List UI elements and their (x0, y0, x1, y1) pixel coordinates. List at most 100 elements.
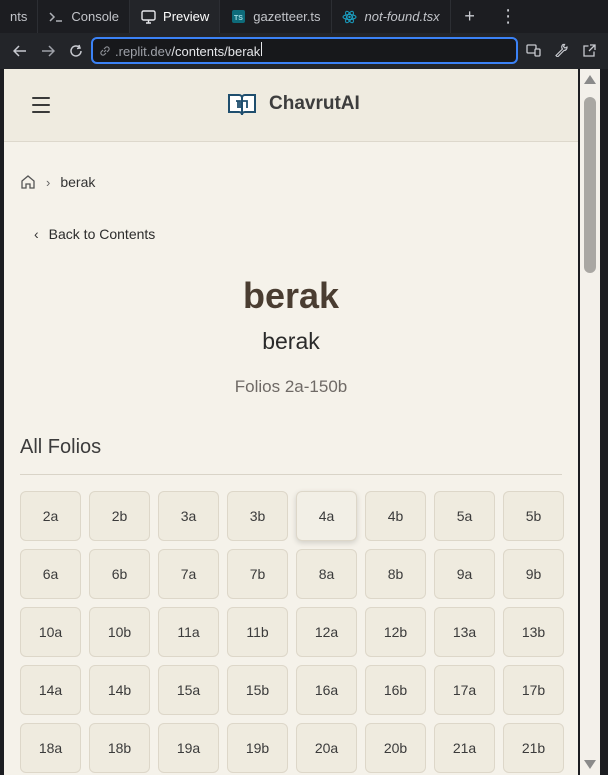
chevron-left-icon: ‹ (34, 226, 39, 242)
folio-grid: 2a 2b 3a 3b 4a 4b 5a 5b 6a 6b 7a 7b 8a 8b 9a 9b 10a 10b 11… (20, 491, 564, 773)
folio-button[interactable]: 8a (296, 549, 357, 599)
site-header: ChavrutAI (4, 69, 578, 142)
preview-viewport: ChavrutAI › berak ‹ Back to Contents ber… (4, 69, 578, 775)
folio-range: Folios 2a-150b (234, 377, 348, 396)
folio-button[interactable]: 11a (158, 607, 219, 657)
folio-button[interactable]: 17a (434, 665, 495, 715)
folio-button[interactable]: 20b (365, 723, 426, 773)
folio-button[interactable]: 3a (158, 491, 219, 541)
page-subtitle: berak (262, 328, 320, 354)
folio-button[interactable]: 15a (158, 665, 219, 715)
tab-not-found[interactable]: not-found.tsx (332, 0, 451, 33)
brand-name: ChavrutAI (269, 93, 360, 114)
folio-button[interactable]: 6a (20, 549, 81, 599)
folio-button[interactable]: 21a (434, 723, 495, 773)
tab-preview[interactable]: Preview (130, 0, 221, 33)
devices-button[interactable] (522, 39, 544, 61)
folio-button[interactable]: 5a (434, 491, 495, 541)
url-path: /contents/berak (171, 44, 261, 59)
page-title: berak (242, 275, 340, 316)
arrow-right-icon (42, 45, 55, 57)
folio-button[interactable]: 16a (296, 665, 357, 715)
folio-button[interactable]: 4a (296, 491, 357, 541)
folio-button[interactable]: 12b (365, 607, 426, 657)
back-label: Back to Contents (48, 226, 156, 242)
folio-button[interactable]: 14b (89, 665, 150, 715)
reload-button[interactable] (62, 37, 90, 65)
devices-icon (525, 43, 541, 57)
scroll-up-arrow[interactable] (584, 75, 596, 84)
folio-button[interactable]: 5b (503, 491, 564, 541)
folio-button[interactable]: 14a (20, 665, 81, 715)
folio-button[interactable]: 10a (20, 607, 81, 657)
folio-button[interactable]: 7b (227, 549, 288, 599)
folio-button[interactable]: 19b (227, 723, 288, 773)
folio-button[interactable]: 2b (89, 491, 150, 541)
brand[interactable]: ChavrutAI (227, 91, 360, 117)
scrollbar[interactable] (580, 69, 600, 775)
new-tab-button[interactable]: + (451, 0, 489, 33)
breadcrumb-current: berak (60, 174, 96, 190)
more-tabs-button[interactable]: ⋮ (489, 0, 529, 33)
tab-label: Preview (163, 9, 210, 24)
folio-button[interactable]: 20a (296, 723, 357, 773)
folio-button[interactable]: 2a (20, 491, 81, 541)
folio-button[interactable]: 15b (227, 665, 288, 715)
folio-button[interactable]: 18b (89, 723, 150, 773)
forward-button[interactable] (34, 37, 62, 65)
terminal-icon (48, 9, 64, 25)
tab-label: Console (71, 9, 120, 24)
folio-button[interactable]: 11b (227, 607, 288, 657)
external-link-icon (582, 43, 596, 57)
tab-gazetteer[interactable]: TS gazetteer.ts (220, 0, 332, 33)
chevron-right-icon: › (46, 174, 51, 190)
folio-button[interactable]: 16b (365, 665, 426, 715)
folio-button[interactable]: 18a (20, 723, 81, 773)
tab-shell[interactable]: nts (0, 0, 39, 33)
svg-text:TS: TS (234, 15, 243, 22)
folio-button[interactable]: 17b (503, 665, 564, 715)
address-input[interactable]: .replit.dev/contents/berak (91, 37, 518, 64)
arrow-left-icon (13, 45, 26, 57)
menu-line (32, 111, 50, 113)
plus-icon: + (464, 6, 475, 26)
browser-toolbar: .replit.dev/contents/berak (0, 33, 608, 69)
react-icon (342, 9, 358, 25)
menu-button[interactable] (32, 97, 50, 113)
scrollbar-thumb[interactable] (584, 97, 596, 273)
section-title: All Folios (20, 436, 102, 458)
folio-button[interactable]: 9a (434, 549, 495, 599)
divider (20, 474, 562, 475)
folio-button[interactable]: 8b (365, 549, 426, 599)
folio-button[interactable]: 12a (296, 607, 357, 657)
folio-button[interactable]: 13a (434, 607, 495, 657)
folio-button[interactable]: 10b (89, 607, 150, 657)
back-to-contents-link[interactable]: ‹ Back to Contents (34, 226, 155, 242)
book-logo-icon (228, 94, 256, 116)
editor-tab-bar: nts Console Preview TS gazetteer.ts not-… (0, 0, 608, 33)
folio-button[interactable]: 19a (158, 723, 219, 773)
url-domain: .replit.dev (115, 44, 172, 59)
folio-button[interactable]: 4b (365, 491, 426, 541)
folio-button[interactable]: 3b (227, 491, 288, 541)
folio-button[interactable]: 9b (503, 549, 564, 599)
back-button[interactable] (6, 37, 34, 65)
link-icon (100, 45, 110, 56)
menu-line (32, 104, 50, 106)
ellipsis-icon: ⋮ (499, 6, 519, 26)
devtools-button[interactable] (550, 39, 572, 61)
refresh-icon (70, 44, 82, 57)
scroll-down-arrow[interactable] (584, 760, 596, 769)
tab-label: not-found.tsx (364, 9, 440, 24)
folio-button[interactable]: 13b (503, 607, 564, 657)
folio-button[interactable]: 7a (158, 549, 219, 599)
folio-button[interactable]: 21b (503, 723, 564, 773)
breadcrumb: › berak (20, 174, 95, 190)
open-external-button[interactable] (578, 39, 600, 61)
folio-button[interactable]: 6b (89, 549, 150, 599)
home-icon[interactable] (20, 174, 36, 190)
wrench-icon (555, 43, 568, 57)
tab-label: nts (10, 9, 28, 24)
menu-line (32, 97, 50, 99)
tab-console[interactable]: Console (38, 0, 131, 33)
